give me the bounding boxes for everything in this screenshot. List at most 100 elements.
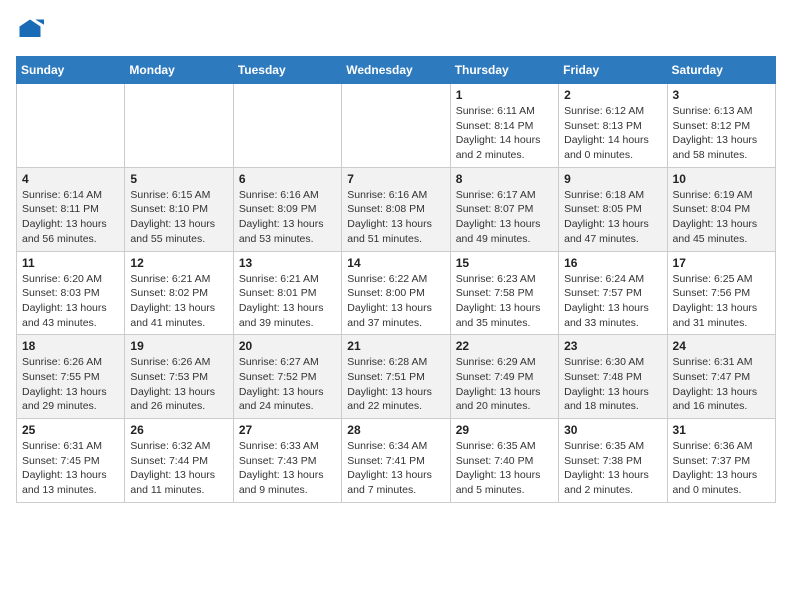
calendar-cell: 26Sunrise: 6:32 AM Sunset: 7:44 PM Dayli… <box>125 419 233 503</box>
calendar-week-row: 25 Sunrise: 6:31 AM Sunset: 7:45 PM Dayli… <box>17 419 776 503</box>
calendar-header-row: SundayMondayTuesdayWednesdayThursdayFrid… <box>17 57 776 84</box>
calendar-cell: 29 Sunrise: 6:35 AM Sunset: 7:40 PM Dayli… <box>450 419 558 503</box>
calendar-week-row: 18 Sunrise: 6:26 AM Sunset: 7:55 PM Dayli… <box>17 335 776 419</box>
day-number: 31 <box>673 423 770 437</box>
day-number: 26 <box>130 423 227 437</box>
day-number: 16 <box>564 256 661 270</box>
day-number: 10 <box>673 172 770 186</box>
day-number: 12 <box>130 256 227 270</box>
day-info: Sunrise: 6:26 AM Sunset: 7:53 PM Dayligh… <box>130 355 227 414</box>
calendar-cell: 6 Sunrise: 6:16 AM Sunset: 8:09 PM Daylig… <box>233 167 341 251</box>
day-number: 22 <box>456 339 553 353</box>
day-number: 7 <box>347 172 444 186</box>
logo <box>16 16 48 44</box>
calendar-cell <box>233 84 341 168</box>
day-info: Sunrise: 6:14 AM Sunset: 8:11 PM Dayligh… <box>22 188 119 247</box>
day-info: Sunrise: 6:24 AM Sunset: 7:57 PM Dayligh… <box>564 272 661 331</box>
logo-icon <box>16 16 44 44</box>
calendar-cell <box>125 84 233 168</box>
day-info: Sunrise: 6:12 AM Sunset: 8:13 PM Dayligh… <box>564 104 661 163</box>
day-info: Sunrise: 6:19 AM Sunset: 8:04 PM Dayligh… <box>673 188 770 247</box>
day-number: 30 <box>564 423 661 437</box>
day-number: 18 <box>22 339 119 353</box>
day-number: 20 <box>239 339 336 353</box>
day-number: 9 <box>564 172 661 186</box>
day-info: Sunrise: 6:13 AM Sunset: 8:12 PM Dayligh… <box>673 104 770 163</box>
calendar-cell: 22 Sunrise: 6:29 AM Sunset: 7:49 PM Dayli… <box>450 335 558 419</box>
day-info: Sunrise: 6:22 AM Sunset: 8:00 PM Dayligh… <box>347 272 444 331</box>
day-number: 2 <box>564 88 661 102</box>
calendar-cell: 16 Sunrise: 6:24 AM Sunset: 7:57 PM Dayli… <box>559 251 667 335</box>
calendar-cell: 24 Sunrise: 6:31 AM Sunset: 7:47 PM Dayli… <box>667 335 775 419</box>
weekday-header: Tuesday <box>233 57 341 84</box>
calendar-cell: 5 Sunrise: 6:15 AM Sunset: 8:10 PM Daylig… <box>125 167 233 251</box>
calendar-cell: 30 Sunrise: 6:35 AM Sunset: 7:38 PM Dayli… <box>559 419 667 503</box>
day-info: Sunrise: 6:18 AM Sunset: 8:05 PM Dayligh… <box>564 188 661 247</box>
day-number: 3 <box>673 88 770 102</box>
day-number: 23 <box>564 339 661 353</box>
calendar-cell: 10 Sunrise: 6:19 AM Sunset: 8:04 PM Dayli… <box>667 167 775 251</box>
weekday-header: Monday <box>125 57 233 84</box>
weekday-header: Sunday <box>17 57 125 84</box>
day-info: Sunrise: 6:35 AM Sunset: 7:38 PM Dayligh… <box>564 439 661 498</box>
day-number: 4 <box>22 172 119 186</box>
day-info: Sunrise: 6:21 AM Sunset: 8:01 PM Dayligh… <box>239 272 336 331</box>
weekday-header: Thursday <box>450 57 558 84</box>
day-number: 21 <box>347 339 444 353</box>
calendar-cell: 4 Sunrise: 6:14 AM Sunset: 8:11 PM Daylig… <box>17 167 125 251</box>
calendar-cell: 2 Sunrise: 6:12 AM Sunset: 8:13 PM Daylig… <box>559 84 667 168</box>
day-info: Sunrise: 6:20 AM Sunset: 8:03 PM Dayligh… <box>22 272 119 331</box>
calendar-cell: 18 Sunrise: 6:26 AM Sunset: 7:55 PM Dayli… <box>17 335 125 419</box>
calendar-cell: 1Sunrise: 6:11 AM Sunset: 8:14 PM Daylig… <box>450 84 558 168</box>
day-number: 11 <box>22 256 119 270</box>
calendar-table: SundayMondayTuesdayWednesdayThursdayFrid… <box>16 56 776 503</box>
weekday-header: Friday <box>559 57 667 84</box>
day-number: 13 <box>239 256 336 270</box>
calendar-cell: 28Sunrise: 6:34 AM Sunset: 7:41 PM Dayli… <box>342 419 450 503</box>
calendar-cell: 15Sunrise: 6:23 AM Sunset: 7:58 PM Dayli… <box>450 251 558 335</box>
calendar-week-row: 11 Sunrise: 6:20 AM Sunset: 8:03 PM Dayli… <box>17 251 776 335</box>
day-info: Sunrise: 6:25 AM Sunset: 7:56 PM Dayligh… <box>673 272 770 331</box>
day-info: Sunrise: 6:33 AM Sunset: 7:43 PM Dayligh… <box>239 439 336 498</box>
day-info: Sunrise: 6:36 AM Sunset: 7:37 PM Dayligh… <box>673 439 770 498</box>
calendar-cell: 12 Sunrise: 6:21 AM Sunset: 8:02 PM Dayli… <box>125 251 233 335</box>
day-info: Sunrise: 6:11 AM Sunset: 8:14 PM Dayligh… <box>456 104 553 163</box>
day-info: Sunrise: 6:31 AM Sunset: 7:47 PM Dayligh… <box>673 355 770 414</box>
day-info: Sunrise: 6:26 AM Sunset: 7:55 PM Dayligh… <box>22 355 119 414</box>
day-number: 28 <box>347 423 444 437</box>
weekday-header: Wednesday <box>342 57 450 84</box>
day-info: Sunrise: 6:16 AM Sunset: 8:08 PM Dayligh… <box>347 188 444 247</box>
day-number: 27 <box>239 423 336 437</box>
day-number: 29 <box>456 423 553 437</box>
day-info: Sunrise: 6:35 AM Sunset: 7:40 PM Dayligh… <box>456 439 553 498</box>
day-info: Sunrise: 6:30 AM Sunset: 7:48 PM Dayligh… <box>564 355 661 414</box>
day-number: 24 <box>673 339 770 353</box>
day-number: 6 <box>239 172 336 186</box>
day-info: Sunrise: 6:27 AM Sunset: 7:52 PM Dayligh… <box>239 355 336 414</box>
calendar-cell: 25 Sunrise: 6:31 AM Sunset: 7:45 PM Dayli… <box>17 419 125 503</box>
calendar-cell: 23 Sunrise: 6:30 AM Sunset: 7:48 PM Dayli… <box>559 335 667 419</box>
calendar-cell: 14Sunrise: 6:22 AM Sunset: 8:00 PM Dayli… <box>342 251 450 335</box>
day-number: 5 <box>130 172 227 186</box>
weekday-header: Saturday <box>667 57 775 84</box>
calendar-cell: 11 Sunrise: 6:20 AM Sunset: 8:03 PM Dayli… <box>17 251 125 335</box>
calendar-cell: 20 Sunrise: 6:27 AM Sunset: 7:52 PM Dayli… <box>233 335 341 419</box>
calendar-cell <box>342 84 450 168</box>
day-number: 25 <box>22 423 119 437</box>
day-number: 15 <box>456 256 553 270</box>
day-info: Sunrise: 6:21 AM Sunset: 8:02 PM Dayligh… <box>130 272 227 331</box>
calendar-cell: 7 Sunrise: 6:16 AM Sunset: 8:08 PM Daylig… <box>342 167 450 251</box>
calendar-cell: 21Sunrise: 6:28 AM Sunset: 7:51 PM Dayli… <box>342 335 450 419</box>
calendar-cell: 31 Sunrise: 6:36 AM Sunset: 7:37 PM Dayli… <box>667 419 775 503</box>
calendar-cell: 17 Sunrise: 6:25 AM Sunset: 7:56 PM Dayli… <box>667 251 775 335</box>
day-info: Sunrise: 6:17 AM Sunset: 8:07 PM Dayligh… <box>456 188 553 247</box>
calendar-cell: 9 Sunrise: 6:18 AM Sunset: 8:05 PM Daylig… <box>559 167 667 251</box>
day-info: Sunrise: 6:29 AM Sunset: 7:49 PM Dayligh… <box>456 355 553 414</box>
day-info: Sunrise: 6:15 AM Sunset: 8:10 PM Dayligh… <box>130 188 227 247</box>
day-info: Sunrise: 6:31 AM Sunset: 7:45 PM Dayligh… <box>22 439 119 498</box>
calendar-cell: 13 Sunrise: 6:21 AM Sunset: 8:01 PM Dayli… <box>233 251 341 335</box>
day-info: Sunrise: 6:16 AM Sunset: 8:09 PM Dayligh… <box>239 188 336 247</box>
day-number: 8 <box>456 172 553 186</box>
calendar-cell: 27 Sunrise: 6:33 AM Sunset: 7:43 PM Dayli… <box>233 419 341 503</box>
day-number: 17 <box>673 256 770 270</box>
